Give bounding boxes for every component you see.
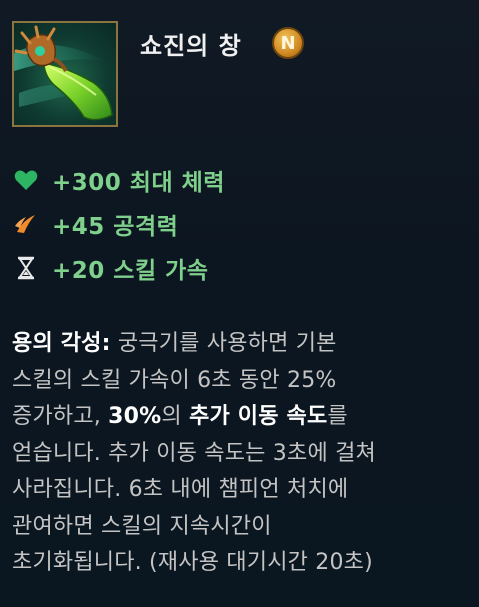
passive-description: 용의 각성: 궁극기를 사용하면 기본 스킬의 스킬 가속이 6초 동안 25%…: [12, 326, 467, 582]
passive-name: 용의 각성:: [12, 331, 111, 356]
stat-attack-text: +45 공격력: [52, 214, 179, 240]
stat-attack: +45 공격력: [12, 202, 225, 246]
hourglass-icon: [12, 254, 40, 282]
stat-health-text: +300 최대 체력: [52, 170, 225, 196]
desc-line: 얻습니다. 추가 이동 속도는 3초에 걸쳐: [12, 440, 376, 466]
desc-text: 궁극기를 사용하면 기본: [110, 331, 337, 356]
desc-line: 용의 각성: 궁극기를 사용하면 기본: [12, 326, 467, 363]
stat-haste: +20 스킬 가속: [12, 246, 225, 290]
desc-line: 증가하고, 30%의 추가 이동 속도를: [12, 399, 467, 436]
item-name: 쇼진의 창: [140, 32, 242, 60]
desc-line: 사라집니다. 6초 내에 챔피언 처치에: [12, 477, 349, 502]
highlight-percent: 30%: [108, 404, 162, 429]
stat-health: +300 최대 체력: [12, 158, 225, 202]
heart-icon: [12, 166, 40, 194]
desc-text: 를: [327, 404, 348, 429]
desc-text: 증가하고,: [12, 404, 109, 429]
desc-text: 의: [161, 404, 190, 429]
stat-list: +300 최대 체력 +45 공격력 +20 스킬 가속: [12, 158, 225, 290]
desc-line: 스킬의 스킬 가속이 6초 동안 25%: [12, 367, 337, 393]
desc-line: 초기화됩니다. (재사용 대기시간 20초): [12, 550, 373, 575]
desc-line: 관여하면 스킬의 지속시간이: [12, 513, 272, 539]
item-tooltip: 쇼진의 창 N +300 최대 체력 +45 공격력 +20 스킬 가속 용의 …: [0, 0, 479, 607]
new-badge: N: [272, 27, 304, 59]
sword-claw-icon: [12, 210, 40, 238]
highlight-movespeed: 추가 이동 속도: [189, 404, 328, 429]
shojin-spear-icon: [12, 21, 118, 127]
stat-haste-text: +20 스킬 가속: [52, 258, 209, 284]
